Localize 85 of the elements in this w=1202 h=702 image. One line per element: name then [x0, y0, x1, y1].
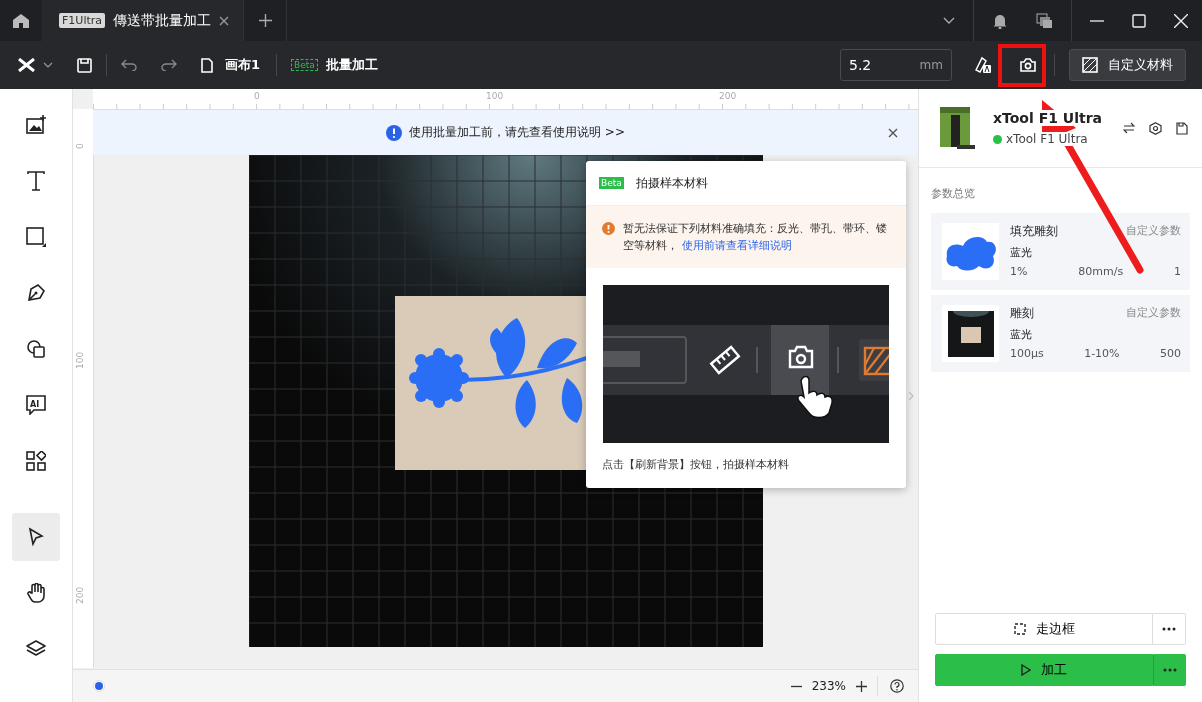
undo-icon[interactable] — [121, 59, 137, 71]
hatch-icon — [1082, 57, 1098, 73]
document-icon[interactable] — [1176, 121, 1188, 135]
maximize-icon[interactable] — [1132, 13, 1146, 28]
close-icon[interactable] — [888, 128, 898, 138]
laser-type: 蓝光 — [1010, 327, 1033, 342]
process-name: 雕刻 — [1010, 305, 1034, 322]
parameter-value: 1-10% — [1084, 347, 1120, 360]
zoom-in-icon[interactable] — [856, 680, 867, 692]
process-name: 填充雕刻 — [1010, 223, 1058, 240]
warning-text: 暂无法保证下列材料准确填充：反光、带孔、带环、镂空等材料， 使用前请查看详细说明 — [623, 221, 888, 254]
ruler-label: 0 — [254, 91, 260, 101]
parameter-value: 1 — [1174, 265, 1181, 278]
parameter-card[interactable]: 雕刻 自定义参数 蓝光 100μs 1-10% 500 — [931, 295, 1190, 372]
add-image-icon — [26, 115, 46, 135]
dashed-square-icon — [1013, 623, 1026, 635]
device-status: xTool F1 Ultra — [1006, 132, 1088, 146]
popup-title: 拍摄样本材料 — [635, 174, 708, 192]
text-icon — [26, 171, 46, 191]
windows-icon[interactable] — [1036, 12, 1053, 29]
pointer-icon — [26, 527, 46, 547]
ai-icon: AI — [26, 395, 46, 415]
status-dot-icon — [93, 680, 105, 692]
beta-badge: Beta — [291, 59, 318, 71]
measure-icon[interactable] — [974, 56, 992, 74]
pen-icon — [26, 283, 46, 303]
canvas-name[interactable]: 画布1 — [225, 56, 261, 74]
parameter-value: 1% — [1010, 265, 1028, 278]
bell-icon[interactable] — [992, 12, 1008, 29]
zoom-level: 233% — [811, 679, 846, 693]
square-icon — [26, 227, 46, 247]
parameter-value: 100μs — [1010, 347, 1044, 360]
add-tab-icon[interactable] — [258, 14, 272, 27]
custom-material-button[interactable]: 自定义材料 — [1069, 49, 1186, 81]
notice-link[interactable]: 使用批量加工前，请先查看使用说明 >> — [409, 124, 625, 141]
ruler-label: 100 — [75, 351, 85, 369]
ruler-label: 100 — [486, 91, 504, 101]
ruler-label: 200 — [719, 91, 737, 101]
laser-type: 蓝光 — [1010, 245, 1033, 260]
document-icon — [201, 57, 213, 73]
mode-title: 批量加工 — [325, 56, 378, 74]
parameter-value: 80mm/s — [1078, 265, 1124, 278]
apps-icon — [26, 451, 46, 471]
logo-icon[interactable] — [18, 58, 35, 72]
tool-button[interactable]: AI — [12, 381, 60, 429]
redo-icon[interactable] — [161, 59, 177, 71]
swap-icon[interactable] — [1123, 121, 1135, 134]
home-icon[interactable] — [12, 12, 30, 29]
more-icon — [1162, 668, 1177, 672]
camera-thumbnail — [947, 310, 994, 357]
device-name: xTool F1 Ultra — [993, 110, 1103, 126]
thickness-value: 5.2 — [849, 57, 872, 73]
document-tab[interactable]: F1Ultra 傳送带批量加工 — [42, 0, 243, 41]
frame-button[interactable]: 走边框 — [935, 613, 1153, 645]
more-icon — [1162, 627, 1176, 631]
shapes-icon — [26, 339, 46, 359]
help-icon[interactable] — [890, 679, 904, 693]
preset-label: 自定义参数 — [1126, 305, 1181, 321]
save-icon[interactable] — [77, 57, 92, 73]
section-title: 参数总览 — [930, 186, 976, 202]
instruction-text: 点击【刷新背景】按钮，拍摄样本材料 — [601, 457, 790, 473]
layers-icon — [26, 639, 46, 659]
details-link[interactable]: 使用前请查看详细说明 — [681, 239, 792, 252]
play-icon — [1021, 664, 1031, 676]
tool-button[interactable] — [12, 513, 60, 561]
parameter-value: 500 — [1160, 347, 1181, 360]
machine-drawing — [937, 105, 977, 151]
ruler-label: 200 — [75, 586, 85, 604]
ruler-label: 0 — [75, 143, 85, 149]
tab-title: 傳送带批量加工 — [113, 11, 211, 30]
beta-badge: Beta — [599, 177, 624, 189]
process-button[interactable]: 加工 — [935, 654, 1153, 686]
highlight-frame — [998, 44, 1046, 87]
hand-icon — [26, 583, 46, 603]
warning-icon — [602, 222, 615, 235]
info-icon — [386, 124, 403, 141]
parameter-card[interactable]: 填充雕刻 自定义参数 蓝光 1% 80mm/s 1 — [931, 213, 1190, 290]
unit-label: mm — [919, 58, 943, 72]
preset-label: 自定义参数 — [1126, 223, 1181, 239]
model-badge: F1Ultra — [59, 13, 105, 28]
camera-icon[interactable] — [1020, 58, 1036, 72]
chevron-down-icon[interactable] — [943, 16, 955, 25]
caret-icon[interactable] — [43, 62, 53, 68]
thickness-field[interactable]: 5.2 mm — [840, 49, 952, 81]
settings-icon[interactable] — [1149, 121, 1162, 135]
